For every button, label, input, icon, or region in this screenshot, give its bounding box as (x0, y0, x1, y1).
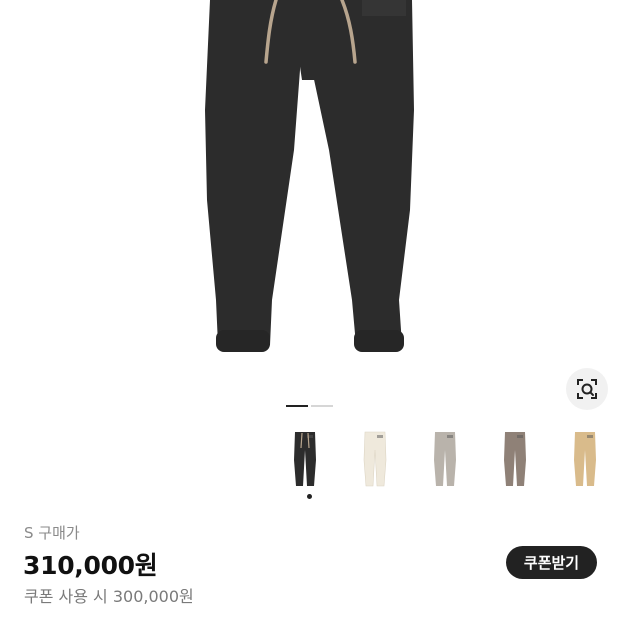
colorway-thumb-black[interactable] (270, 425, 340, 495)
coupon-price-text: 쿠폰 사용 시 300,000원 (24, 587, 194, 606)
thumb-pants-image (294, 432, 316, 486)
sweatpants-image (205, 0, 414, 352)
get-coupon-button[interactable]: 쿠폰받기 (506, 546, 597, 579)
lens-search-icon (577, 379, 597, 399)
purchase-price: 310,000원 (23, 551, 158, 580)
thumb-pants-image (434, 432, 456, 486)
colorway-thumb-taupe[interactable] (480, 425, 550, 495)
colorway-thumb-grey[interactable] (410, 425, 480, 495)
thumb-pants-image (574, 432, 596, 486)
colorway-thumb-cream[interactable] (340, 425, 410, 495)
pager-dot (311, 405, 333, 407)
thumb-pants-image (504, 432, 526, 486)
pager-dot-active (286, 405, 308, 407)
selected-thumb-indicator (307, 494, 312, 499)
colorway-thumbnails (270, 425, 620, 505)
colorway-thumb-sand[interactable] (550, 425, 620, 495)
image-pager (286, 405, 333, 407)
thumb-pants-image (363, 431, 387, 487)
product-hero-image[interactable] (0, 0, 620, 400)
size-purchase-label: S 구매가 (24, 524, 80, 542)
lens-search-button[interactable] (566, 368, 608, 410)
